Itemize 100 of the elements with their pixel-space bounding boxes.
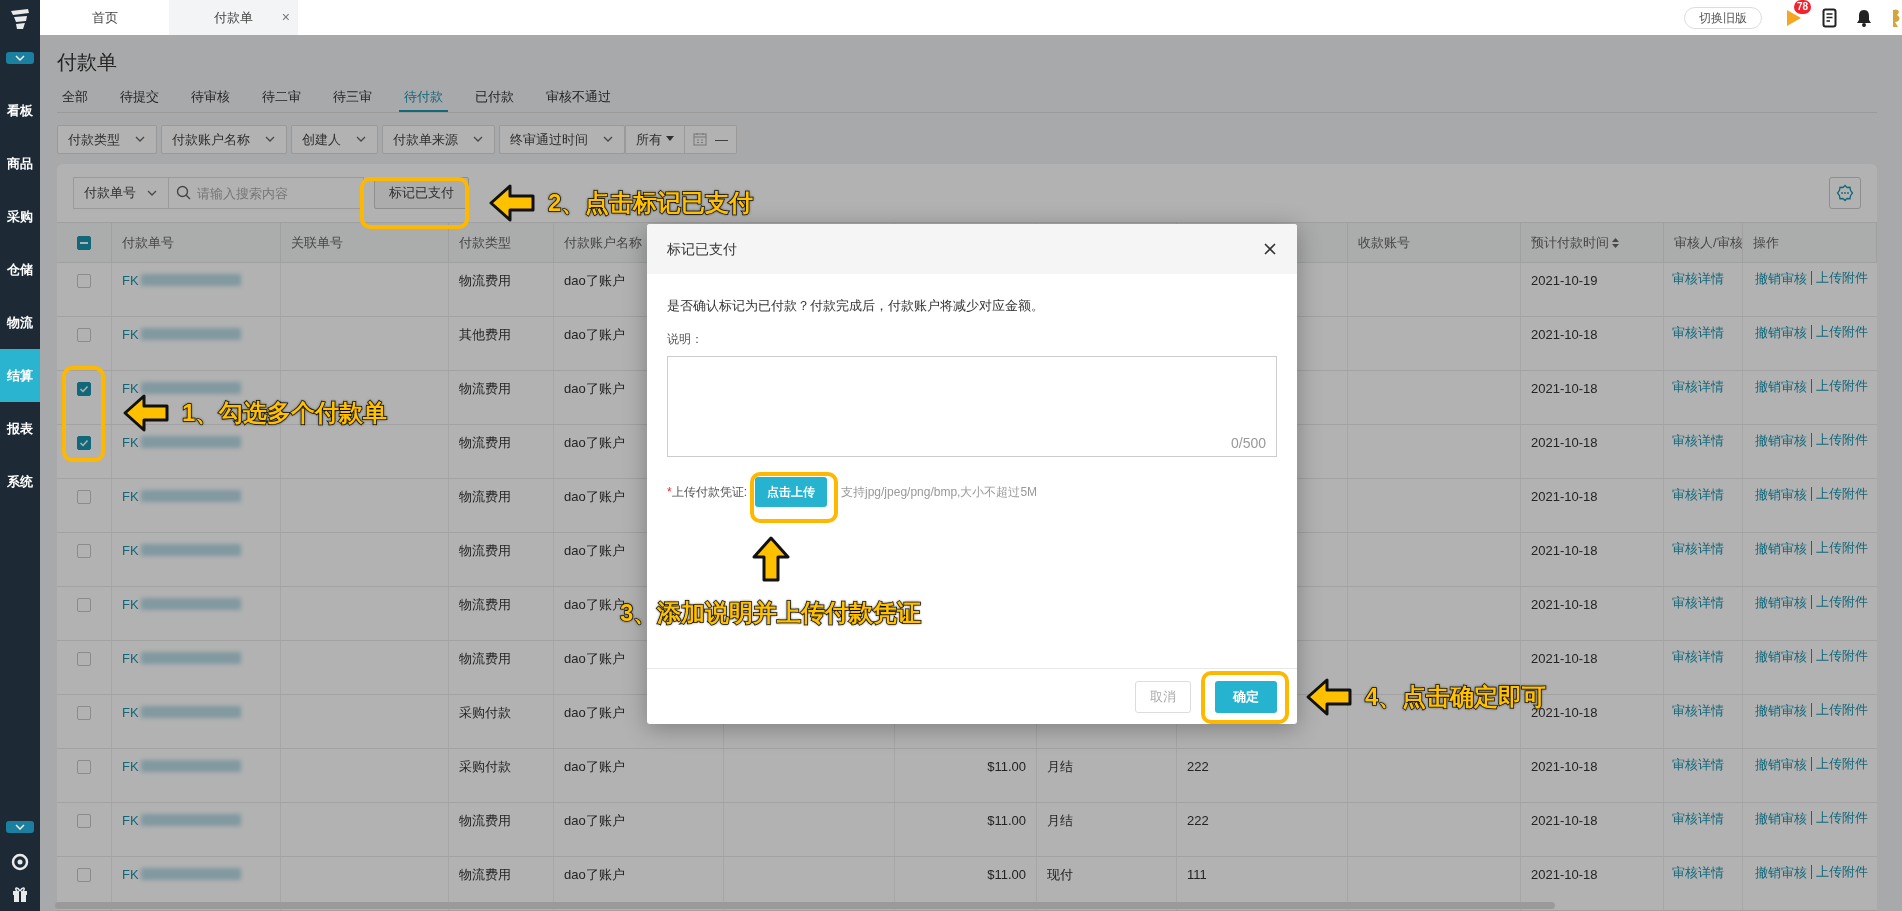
action-link[interactable]: 撤销审核: [1751, 863, 1811, 883]
checkbox[interactable]: [77, 274, 91, 288]
checkbox[interactable]: [77, 814, 91, 828]
cancel-button[interactable]: 取消: [1135, 680, 1191, 713]
order-number-link[interactable]: FK: [122, 595, 139, 615]
order-number-link[interactable]: FK: [122, 703, 139, 723]
sidebar-item[interactable]: 仓储: [0, 243, 40, 296]
note-textarea[interactable]: 0/500: [667, 355, 1277, 457]
sidebar-item[interactable]: 报表: [0, 402, 40, 455]
order-number-link[interactable]: FK: [122, 811, 139, 831]
checkbox[interactable]: [77, 328, 91, 342]
switch-version-button[interactable]: 切换旧版: [1684, 6, 1762, 29]
settings-button[interactable]: [1829, 177, 1861, 209]
document-icon[interactable]: [1822, 7, 1838, 28]
checkbox[interactable]: [77, 382, 91, 396]
action-link[interactable]: 撤销审核: [1751, 809, 1811, 829]
checkbox[interactable]: [77, 868, 91, 882]
checkbox[interactable]: [77, 544, 91, 558]
flag-icon[interactable]: [1786, 8, 1802, 27]
audit-detail-link[interactable]: 审核详情: [1672, 433, 1724, 448]
action-link[interactable]: 上传附件: [1811, 757, 1872, 771]
sidebar-item[interactable]: 结算: [0, 349, 40, 402]
audit-detail-link[interactable]: 审核详情: [1672, 811, 1724, 826]
order-number-link[interactable]: FK: [122, 541, 139, 561]
mascot-icon[interactable]: [1890, 7, 1902, 28]
order-number-link[interactable]: FK: [122, 649, 139, 669]
checkbox[interactable]: [77, 652, 91, 666]
checkbox[interactable]: [77, 598, 91, 612]
audit-detail-link[interactable]: 审核详情: [1672, 649, 1724, 664]
order-number-link[interactable]: FK: [122, 757, 139, 777]
sidebar-item[interactable]: 商品: [0, 137, 40, 190]
status-tab[interactable]: 已付款: [470, 86, 519, 112]
filter-select[interactable]: 付款单来源: [382, 124, 495, 154]
action-link[interactable]: 撤销审核: [1751, 701, 1811, 721]
order-number-link[interactable]: FK: [122, 487, 139, 507]
action-link[interactable]: 上传附件: [1811, 595, 1872, 609]
audit-detail-link[interactable]: 审核详情: [1672, 379, 1724, 394]
audit-detail-link[interactable]: 审核详情: [1672, 865, 1724, 880]
filter-dropdown[interactable]: 所有: [625, 124, 685, 154]
order-number-link[interactable]: FK: [122, 865, 139, 885]
bell-icon[interactable]: [1856, 8, 1872, 27]
order-number-link[interactable]: FK: [122, 379, 139, 399]
action-link[interactable]: 上传附件: [1811, 649, 1872, 663]
checkbox[interactable]: [77, 490, 91, 504]
action-link[interactable]: 上传附件: [1811, 487, 1872, 501]
sidebar-item[interactable]: 物流: [0, 296, 40, 349]
confirm-button[interactable]: 确定: [1215, 680, 1277, 713]
status-tab[interactable]: 待三审: [328, 86, 377, 112]
filter-select[interactable]: 终审通过时间: [499, 124, 625, 154]
action-link[interactable]: 撤销审核: [1751, 755, 1811, 775]
status-tab[interactable]: 待审核: [186, 86, 235, 112]
order-number-link[interactable]: FK: [122, 271, 139, 291]
filter-select[interactable]: 创建人: [291, 124, 378, 154]
action-link[interactable]: 撤销审核: [1751, 539, 1811, 559]
action-link[interactable]: 上传附件: [1811, 325, 1872, 339]
action-link[interactable]: 撤销审核: [1751, 269, 1811, 289]
action-link[interactable]: 撤销审核: [1751, 377, 1811, 397]
sidebar-item[interactable]: 系统: [0, 455, 40, 508]
action-link[interactable]: 撤销审核: [1751, 323, 1811, 343]
checkbox[interactable]: [77, 760, 91, 774]
status-tab[interactable]: 待二审: [257, 86, 306, 112]
expand-button[interactable]: [6, 52, 34, 64]
sidebar-item[interactable]: 看板: [0, 84, 40, 137]
page-tab[interactable]: 付款单 ×: [169, 0, 298, 35]
sidebar-item[interactable]: 采购: [0, 190, 40, 243]
close-button[interactable]: ×: [281, 7, 290, 28]
action-link[interactable]: 上传附件: [1811, 541, 1872, 555]
action-link[interactable]: 上传附件: [1811, 379, 1872, 393]
audit-detail-link[interactable]: 审核详情: [1672, 271, 1724, 286]
action-link[interactable]: 上传附件: [1811, 811, 1872, 825]
order-number-link[interactable]: FK: [122, 433, 139, 453]
action-link[interactable]: 上传附件: [1811, 271, 1872, 285]
action-link[interactable]: 撤销审核: [1751, 593, 1811, 613]
date-range-field[interactable]: —: [685, 124, 737, 154]
close-icon[interactable]: [1263, 242, 1277, 256]
action-link[interactable]: 上传附件: [1811, 703, 1872, 717]
checkbox[interactable]: [77, 235, 91, 250]
audit-detail-link[interactable]: 审核详情: [1672, 595, 1724, 610]
order-number-link[interactable]: FK: [122, 325, 139, 345]
checkbox[interactable]: [77, 706, 91, 720]
filter-select[interactable]: 付款账户名称: [161, 124, 287, 154]
status-tab[interactable]: 待提交: [115, 86, 164, 112]
action-link[interactable]: 上传附件: [1811, 865, 1872, 879]
audit-detail-link[interactable]: 审核详情: [1672, 487, 1724, 502]
action-link[interactable]: 撤销审核: [1751, 431, 1811, 451]
action-link[interactable]: 撤销审核: [1751, 647, 1811, 667]
checkbox[interactable]: [77, 436, 91, 450]
status-tab[interactable]: 全部: [57, 86, 93, 112]
status-tab[interactable]: 审核不通过: [541, 86, 616, 112]
audit-detail-link[interactable]: 审核详情: [1672, 541, 1724, 556]
upload-button[interactable]: 点击上传: [755, 476, 827, 507]
audit-detail-link[interactable]: 审核详情: [1672, 703, 1724, 718]
search-type-select[interactable]: 付款单号: [73, 177, 169, 209]
audit-detail-link[interactable]: 审核详情: [1672, 325, 1724, 340]
column-header[interactable]: 预计付款时间: [1531, 232, 1619, 253]
audit-detail-link[interactable]: 审核详情: [1672, 757, 1724, 772]
expand-button[interactable]: [6, 821, 34, 833]
status-tab[interactable]: 待付款: [399, 86, 448, 112]
action-link[interactable]: 上传附件: [1811, 433, 1872, 447]
filter-select[interactable]: 付款类型: [57, 124, 157, 154]
